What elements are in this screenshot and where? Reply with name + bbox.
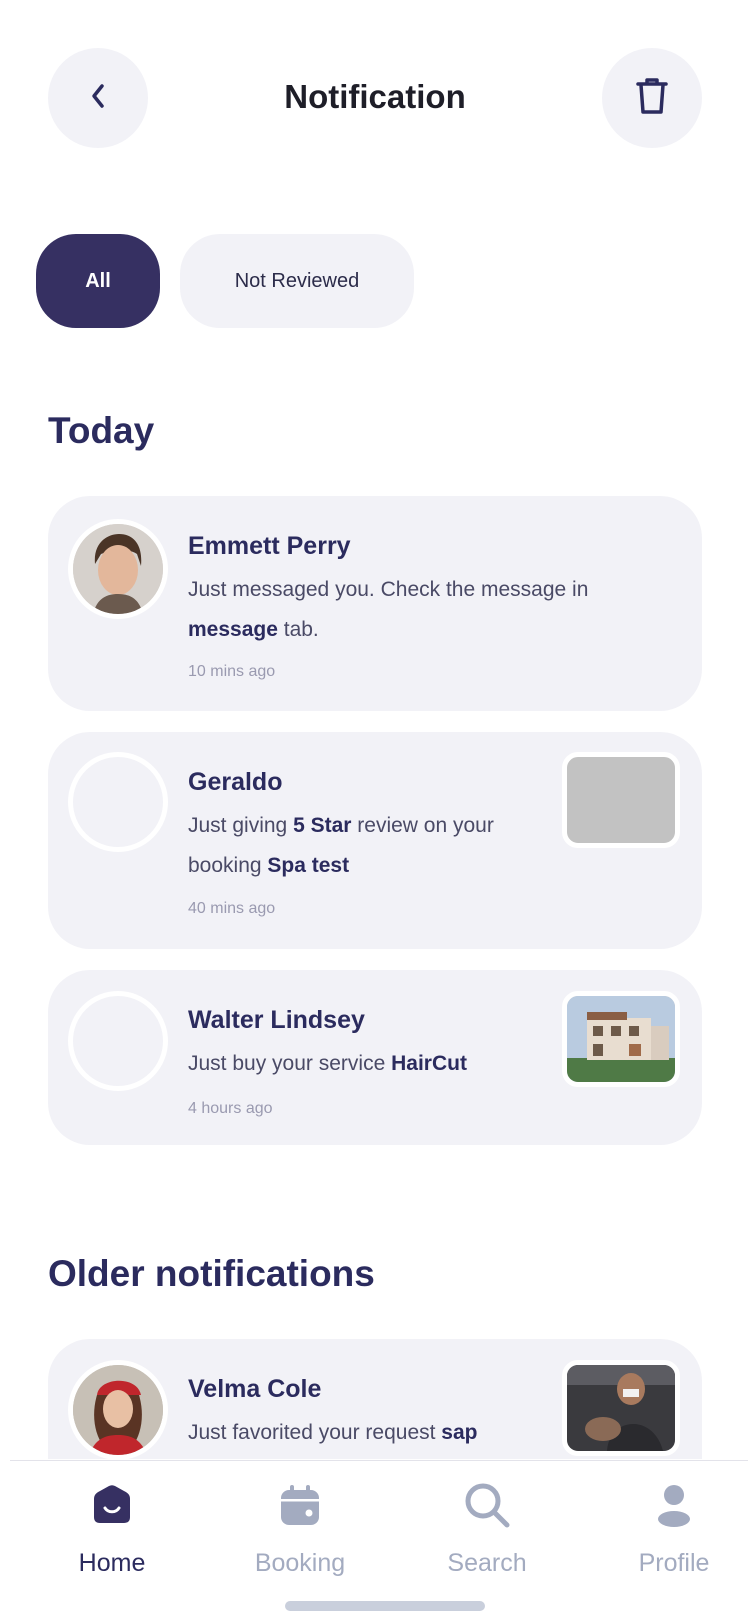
section-title-older: Older notifications [48, 1253, 375, 1294]
nav-label-booking: Booking [254, 1549, 346, 1577]
notification-message: Just messaged you. Check the message in … [188, 578, 589, 641]
home-icon [84, 1477, 140, 1533]
avatar [68, 1360, 168, 1460]
nav-label-profile: Profile [638, 1549, 710, 1577]
notification-screen: Notification All Not Reviewed Today Emme… [0, 0, 750, 1624]
avatar [68, 519, 168, 619]
notification-message: Just giving 5 Star review on your bookin… [188, 814, 494, 877]
nav-item-booking[interactable]: Booking [230, 1477, 370, 1578]
notification-name: Walter Lindsey [188, 1006, 365, 1034]
notification-name: Geraldo [188, 768, 283, 796]
nav-item-home[interactable]: Home [42, 1477, 182, 1578]
notification-time: 10 mins ago [188, 663, 276, 680]
notification-card[interactable]: Walter Lindsey Just buy your service Hai… [48, 970, 702, 1145]
nav-label-search: Search [447, 1549, 527, 1577]
nav-item-profile[interactable]: Profile [604, 1477, 744, 1578]
nav-item-search[interactable]: Search [417, 1477, 557, 1578]
user-icon [646, 1477, 702, 1533]
notification-card[interactable]: Geraldo Just giving 5 Star review on you… [48, 732, 702, 949]
thumbnail-placeholder [562, 752, 680, 848]
house-thumbnail [562, 991, 680, 1087]
home-indicator [285, 1601, 485, 1611]
calendar-icon [272, 1477, 328, 1533]
trash-icon [635, 77, 669, 120]
notification-time: 40 mins ago [188, 900, 276, 917]
notification-card[interactable]: Emmett Perry Just messaged you. Check th… [48, 496, 702, 711]
notification-time: 4 hours ago [188, 1100, 273, 1117]
notification-card[interactable]: Velma Cole Just favorited your request s… [48, 1339, 702, 1460]
avatar [68, 991, 168, 1091]
nav-label-home: Home [78, 1549, 146, 1577]
filter-not-reviewed-chip[interactable]: Not Reviewed [180, 234, 414, 328]
barber-thumbnail [562, 1360, 680, 1456]
section-title-today: Today [48, 410, 155, 451]
delete-all-button[interactable] [602, 48, 702, 148]
bottom-nav: Home Booking Search Profile [10, 1460, 748, 1624]
notification-name: Emmett Perry [188, 532, 351, 560]
notification-message: Just favorited your request sap [188, 1421, 478, 1444]
notification-message: Just buy your service HairCut [188, 1052, 467, 1075]
search-icon [459, 1477, 515, 1533]
filter-all-chip[interactable]: All [36, 234, 160, 328]
notification-name: Velma Cole [188, 1375, 322, 1403]
avatar [68, 752, 168, 852]
